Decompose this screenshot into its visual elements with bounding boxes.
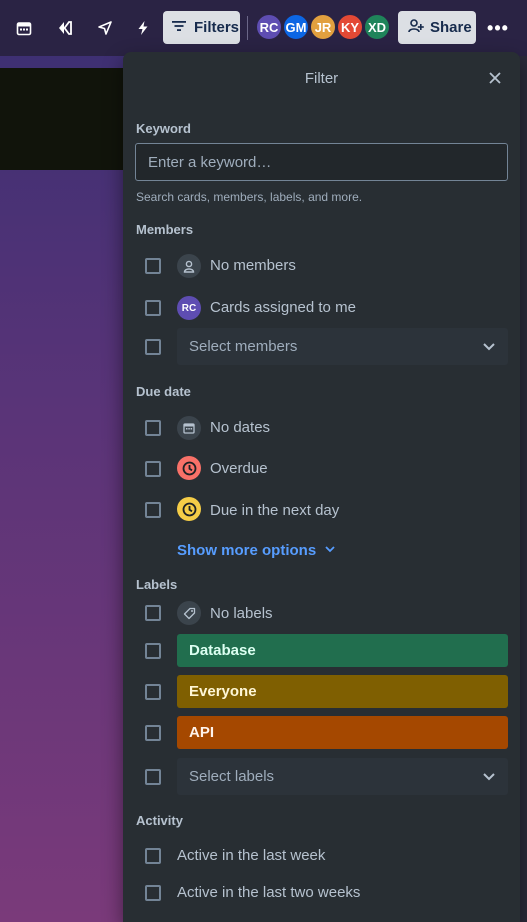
power-ups-icon[interactable] — [51, 14, 79, 42]
filters-button[interactable]: Filters — [163, 11, 240, 44]
select-members-placeholder: Select members — [189, 338, 298, 355]
avatar-xd[interactable]: XD — [363, 13, 391, 41]
due-date-section-label: Due date — [136, 384, 191, 399]
active-last-two-weeks-label: Active in the last two weeks — [177, 884, 361, 901]
add-person-icon — [408, 18, 424, 37]
assigned-to-me-label: Cards assigned to me — [210, 299, 356, 316]
clock-icon — [177, 497, 201, 521]
select-members-checkbox[interactable] — [145, 339, 161, 355]
label-database-checkbox[interactable] — [145, 643, 161, 659]
keyword-section-label: Keyword — [136, 121, 191, 136]
activity-section-label: Activity — [136, 813, 183, 828]
label-database[interactable]: Database — [177, 634, 508, 667]
select-labels-dropdown[interactable]: Select labels — [177, 758, 508, 795]
due-next-day-checkbox[interactable] — [145, 502, 161, 518]
labels-section-label: Labels — [136, 577, 178, 592]
active-last-week-checkbox[interactable] — [145, 848, 161, 864]
select-labels-checkbox[interactable] — [145, 769, 161, 785]
share-button[interactable]: Share — [398, 11, 476, 44]
calendar-icon[interactable] — [10, 14, 38, 42]
members-section-label: Members — [136, 222, 194, 237]
assigned-to-me-checkbox[interactable] — [145, 300, 161, 316]
send-icon[interactable] — [91, 14, 119, 42]
label-api-checkbox[interactable] — [145, 725, 161, 741]
filter-panel-title: Filter — [304, 70, 339, 87]
avatar-jr[interactable]: JR — [309, 13, 337, 41]
label-everyone[interactable]: Everyone — [177, 675, 508, 708]
avatar-ky[interactable]: KY — [336, 13, 364, 41]
filter-lines-icon — [172, 19, 186, 36]
no-labels-checkbox[interactable] — [145, 605, 161, 621]
person-icon — [177, 254, 201, 278]
show-more-options-button[interactable]: Show more options — [177, 542, 336, 559]
header-divider — [247, 16, 248, 40]
clock-icon — [177, 456, 201, 480]
keyword-hint: Search cards, members, labels, and more. — [136, 190, 363, 204]
avatar-gm[interactable]: GM — [282, 13, 310, 41]
close-icon[interactable] — [485, 68, 505, 88]
chevron-down-icon — [482, 339, 496, 357]
board-edge — [519, 56, 527, 922]
no-dates-checkbox[interactable] — [145, 420, 161, 436]
no-labels-label: No labels — [210, 605, 273, 622]
active-last-two-weeks-checkbox[interactable] — [145, 885, 161, 901]
no-dates-label: No dates — [210, 419, 271, 436]
due-next-day-label: Due in the next day — [210, 502, 340, 519]
board-header: Filters RC GM JR KY XD Share ••• — [0, 0, 527, 56]
avatar: RC — [177, 296, 201, 320]
label-api[interactable]: API — [177, 716, 508, 749]
calendar-icon — [177, 416, 201, 440]
no-members-checkbox[interactable] — [145, 258, 161, 274]
tag-icon — [177, 601, 201, 625]
board-background-card — [0, 68, 124, 170]
overdue-checkbox[interactable] — [145, 461, 161, 477]
share-label: Share — [430, 19, 472, 36]
filters-label: Filters — [194, 19, 240, 36]
chevron-down-icon — [324, 542, 336, 559]
active-last-week-label: Active in the last week — [177, 847, 326, 864]
overdue-label: Overdue — [210, 460, 268, 477]
more-menu-button[interactable]: ••• — [484, 14, 512, 42]
select-members-dropdown[interactable]: Select members — [177, 328, 508, 365]
automation-icon[interactable] — [129, 14, 157, 42]
chevron-down-icon — [482, 769, 496, 787]
select-labels-placeholder: Select labels — [189, 768, 275, 785]
filter-panel: Filter Keyword Search cards, members, la… — [123, 52, 520, 922]
no-members-label: No members — [210, 257, 296, 274]
show-more-label: Show more options — [177, 542, 317, 559]
label-everyone-checkbox[interactable] — [145, 684, 161, 700]
keyword-input[interactable] — [135, 143, 508, 181]
avatar-rc[interactable]: RC — [255, 13, 283, 41]
